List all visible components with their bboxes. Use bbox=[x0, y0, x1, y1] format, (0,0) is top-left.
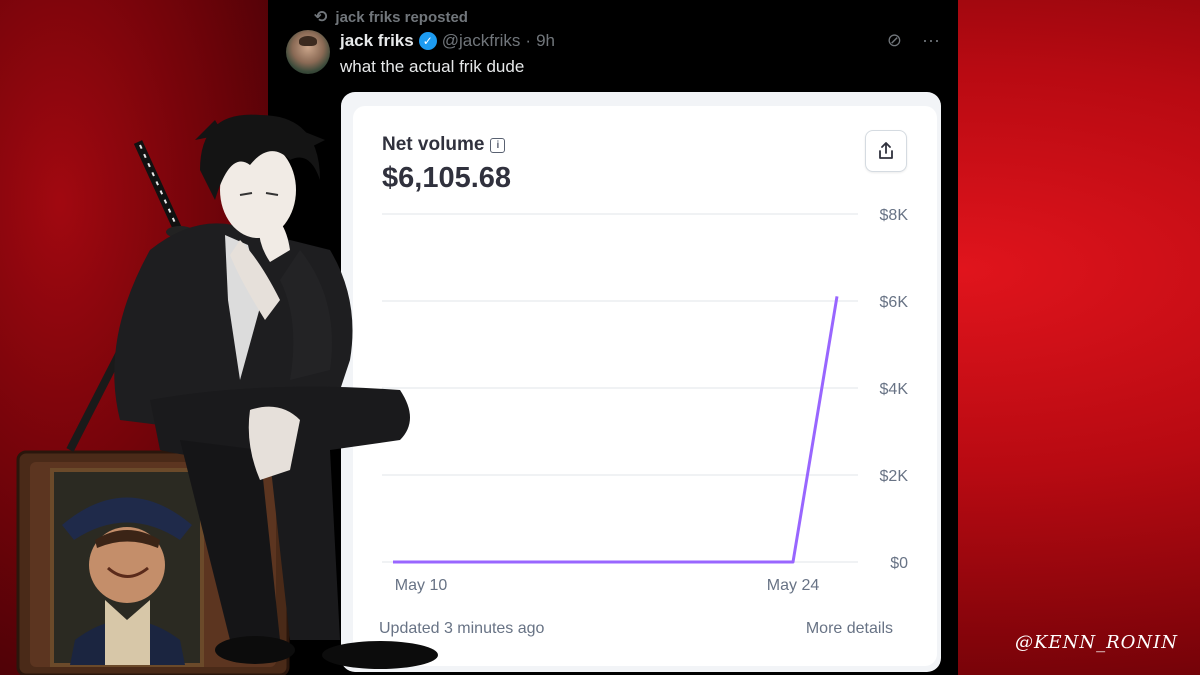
grok-icon[interactable]: ⊘ bbox=[887, 30, 902, 51]
separator: · bbox=[525, 31, 532, 50]
more-details-link[interactable]: More details bbox=[806, 620, 893, 638]
series-line bbox=[393, 296, 839, 564]
net-volume-card: $8K $6K $4K $2K $0 May 10 May 24 Net volume i … bbox=[353, 106, 937, 666]
author-name[interactable]: jack friks bbox=[340, 31, 414, 51]
net-volume-value: $6,105.68 bbox=[382, 162, 512, 194]
y-tick-label: $6K bbox=[880, 294, 909, 311]
watermark: @KENN_RONIN bbox=[1014, 632, 1178, 653]
y-tick-label: $8K bbox=[880, 207, 909, 224]
tweet-card[interactable]: ⟲ jack friks reposted jack friks ✓ @jack… bbox=[268, 0, 958, 675]
info-icon[interactable]: i bbox=[490, 137, 506, 153]
repost-icon: ⟲ bbox=[314, 9, 328, 26]
x-tick-label: May 24 bbox=[767, 577, 820, 594]
y-tick-label: $4K bbox=[880, 381, 909, 398]
tweet-header: jack friks ✓ @jackfriks · 9h bbox=[340, 31, 555, 51]
author-handle[interactable]: @jackfriks bbox=[442, 31, 521, 51]
card-title-text: Net volume bbox=[382, 134, 485, 155]
x-tick-label: May 10 bbox=[395, 577, 448, 594]
y-tick-label: $2K bbox=[880, 468, 909, 485]
verified-icon: ✓ bbox=[418, 32, 437, 50]
background-left bbox=[0, 0, 300, 675]
repost-label: jack friks reposted bbox=[335, 8, 468, 26]
tweet-text: what the actual frik dude bbox=[340, 57, 525, 76]
card-title: Net volume i bbox=[382, 134, 506, 156]
repost-indicator: ⟲ jack friks reposted bbox=[314, 7, 468, 27]
tweet-actions: ⊘ ··· bbox=[887, 30, 940, 51]
share-button[interactable] bbox=[865, 130, 907, 172]
more-icon[interactable]: ··· bbox=[922, 30, 940, 51]
y-tick-label: $0 bbox=[890, 555, 908, 572]
avatar[interactable] bbox=[286, 30, 330, 74]
attached-image[interactable]: $8K $6K $4K $2K $0 May 10 May 24 Net volume i … bbox=[341, 92, 941, 672]
share-icon bbox=[879, 142, 893, 159]
tweet-time[interactable]: 9h bbox=[536, 31, 555, 51]
updated-text: Updated 3 minutes ago bbox=[379, 620, 545, 637]
